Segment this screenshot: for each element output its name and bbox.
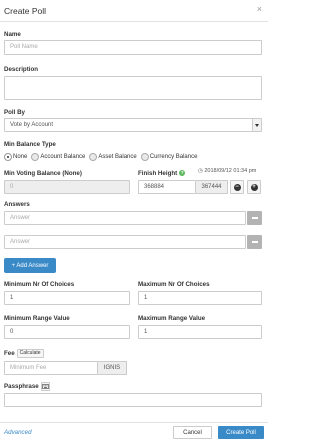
minus-icon xyxy=(251,241,258,243)
answer-input-1[interactable]: Answer xyxy=(4,211,246,225)
finish-height-label: Finish Height? xyxy=(138,170,186,177)
finish-height-timestamp: ◷ 2018/09/12 01:34 pm xyxy=(198,168,256,174)
radio-asset-balance-label: Asset Balance xyxy=(98,154,137,160)
passphrase-label: Passphrase xyxy=(4,383,39,391)
poll-by-label: Poll By xyxy=(4,109,25,116)
min-choices-input[interactable]: 1 xyxy=(4,291,130,305)
min-range-input[interactable]: 0 xyxy=(4,325,130,339)
min-voting-balance-label: Min Voting Balance (None) xyxy=(4,170,82,177)
modal-title: Create Poll xyxy=(4,6,47,16)
answer-input-2[interactable]: Answer xyxy=(4,235,246,249)
modal-footer: Advanced Cancel Create Poll xyxy=(0,422,268,441)
radio-account-balance-button[interactable] xyxy=(31,153,40,161)
add-answer-button[interactable]: + Add Answer xyxy=(4,258,56,273)
radio-asset-balance[interactable]: Asset Balance xyxy=(89,153,137,161)
radio-none-label: None xyxy=(13,154,28,160)
poll-by-selected: Vote by Account xyxy=(10,122,54,128)
fee-unit-addon: IGNIS xyxy=(98,361,127,375)
max-range-label: Maximum Range Value xyxy=(138,315,206,322)
minus-icon xyxy=(251,217,258,219)
min-range-label: Minimum Range Value xyxy=(4,315,70,322)
finish-height-timestamp-text: 2018/09/12 01:34 pm xyxy=(204,168,257,174)
radio-asset-balance-button[interactable] xyxy=(89,153,98,161)
poll-by-select[interactable]: Vote by Account xyxy=(4,118,262,132)
max-choices-label: Maximum Nr Of Choices xyxy=(138,281,210,288)
fee-input[interactable]: Minimum Fee xyxy=(4,361,98,375)
current-height-addon: 367444 xyxy=(196,180,228,194)
passphrase-input[interactable] xyxy=(4,393,262,407)
fee-label-group: Fee Calculate xyxy=(4,349,44,358)
calculate-fee-button[interactable]: Calculate xyxy=(16,349,44,358)
remove-answer-1-button[interactable] xyxy=(247,211,262,225)
cancel-button[interactable]: Cancel xyxy=(173,426,212,439)
radio-currency-balance-label: Currency Balance xyxy=(149,154,198,160)
finish-height-input[interactable]: 368884 xyxy=(138,180,196,194)
max-choices-input[interactable]: 1 xyxy=(138,291,262,305)
radio-currency-balance[interactable]: Currency Balance xyxy=(140,153,198,161)
description-label: Description xyxy=(4,66,39,73)
radio-currency-balance-button[interactable] xyxy=(140,153,149,161)
description-textarea[interactable] xyxy=(4,76,262,100)
clock-icon: ◷ xyxy=(198,168,203,174)
close-icon[interactable]: × xyxy=(257,5,262,14)
advanced-link[interactable]: Advanced xyxy=(4,429,32,436)
min-balance-type-label: Min Balance Type xyxy=(4,141,56,148)
min-voting-balance-input: 0 xyxy=(4,180,130,194)
poll-name-input[interactable]: Poll Name xyxy=(4,40,262,55)
decrement-height-button[interactable]: − xyxy=(230,180,244,194)
remove-answer-2-button[interactable] xyxy=(247,235,262,249)
radio-none[interactable]: None xyxy=(4,153,27,161)
min-balance-type-radio-group: None Account Balance Asset Balance Curre… xyxy=(4,153,201,161)
passphrase-label-group: Passphrase xyxy=(4,382,50,391)
increment-height-button[interactable]: + xyxy=(247,180,261,194)
modal-header: Create Poll × xyxy=(0,0,268,22)
answers-label: Answers xyxy=(4,201,30,208)
minus-circle-icon: − xyxy=(233,183,241,191)
radio-account-balance[interactable]: Account Balance xyxy=(31,153,85,161)
radio-account-balance-label: Account Balance xyxy=(40,154,86,160)
fee-label: Fee xyxy=(4,350,15,358)
create-poll-button[interactable]: Create Poll xyxy=(218,426,264,439)
max-range-input[interactable]: 1 xyxy=(138,325,262,339)
min-choices-label: Minimum Nr Of Choices xyxy=(4,281,75,288)
plus-circle-icon: + xyxy=(250,183,258,191)
finish-height-label-text: Finish Height xyxy=(138,170,178,177)
chevron-down-icon xyxy=(252,119,261,131)
name-label: Name xyxy=(4,31,21,38)
radio-none-button[interactable] xyxy=(4,153,12,161)
help-icon[interactable]: ? xyxy=(179,170,186,177)
keyboard-icon[interactable] xyxy=(40,382,50,391)
